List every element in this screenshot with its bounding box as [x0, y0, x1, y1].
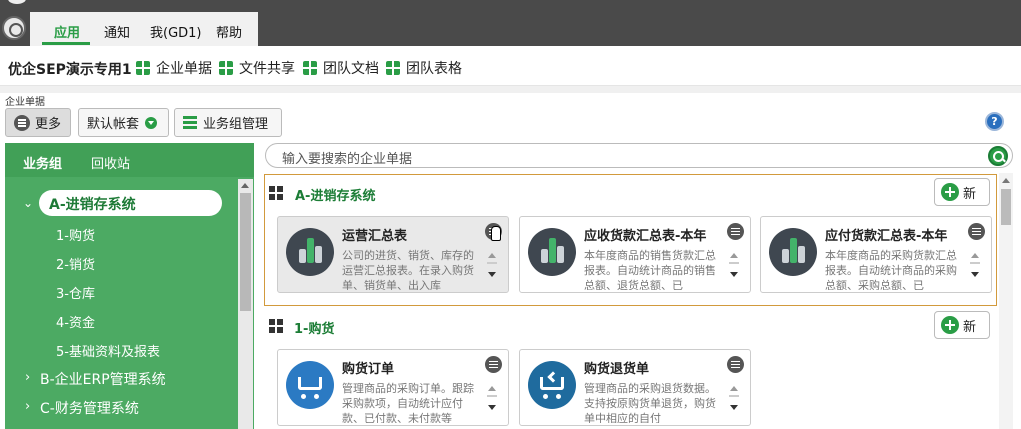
card-purchase-return[interactable]: 购货退货单 管理商品的采购退货数据。支持按原购货单退货，购货单中相应的自付	[519, 349, 751, 426]
scroll-up-icon[interactable]	[730, 386, 738, 391]
search-input[interactable]: 输入要搜索的企业单据	[265, 143, 1013, 168]
app-topbar: 应用 通知 我(GD1) 帮助	[0, 0, 1021, 46]
new-button[interactable]: 新	[934, 178, 990, 206]
card-menu-icon[interactable]	[727, 356, 744, 373]
sidebar-item-warehouse[interactable]: 3-仓库	[56, 283, 95, 302]
scroll-up-icon[interactable]	[488, 386, 496, 391]
scroll-thumb[interactable]	[240, 193, 251, 311]
grid-icon	[303, 61, 317, 75]
plus-icon	[941, 316, 959, 334]
card-menu-icon[interactable]	[968, 223, 985, 240]
card-title: 应收货款汇总表-本年	[584, 229, 707, 244]
chevron-down-icon	[145, 116, 158, 129]
card-description: 管理商品的采购退货数据。支持按原购货单退货，购货单中相应的自付	[584, 382, 716, 423]
quick-enterprise-docs[interactable]: 企业单据	[136, 59, 212, 77]
card-description: 公司的进货、销货、库存的运营汇总报表。在录入购货单、销货单、出入库	[342, 249, 474, 290]
tab-recycle-bin[interactable]: 回收站	[91, 153, 130, 172]
card-title: 应付货款汇总表-本年	[825, 229, 948, 244]
sidebar-item-purchase[interactable]: 1-购货	[56, 225, 95, 244]
grid-icon	[269, 186, 283, 200]
more-button[interactable]: 更多	[5, 108, 71, 137]
cart-icon	[286, 361, 334, 409]
card-title: 运营汇总表	[342, 229, 408, 244]
scroll-down-icon[interactable]	[971, 272, 979, 277]
chart-icon	[528, 228, 576, 276]
sidebar-scrollbar[interactable]	[238, 179, 253, 429]
card-receivable-summary[interactable]: 应收货款汇总表-本年 本年度商品的销售货款汇总报表。自动统计商品的销售总额、退货…	[519, 216, 751, 293]
search-icon[interactable]	[988, 146, 1008, 166]
menu-icon	[14, 114, 30, 131]
section-title: A-进销存系统	[295, 189, 376, 204]
tab-business-group[interactable]: 业务组	[23, 153, 62, 172]
group-manage-button[interactable]: 业务组管理	[174, 108, 282, 137]
menu-help[interactable]: 帮助	[216, 22, 242, 41]
chart-icon	[769, 228, 817, 276]
card-title: 购货订单	[342, 362, 395, 377]
sidebar-item-finance[interactable]: C-财务管理系统	[40, 398, 139, 418]
scroll-up-icon[interactable]	[488, 253, 496, 258]
new-button[interactable]: 新	[934, 311, 990, 339]
grid-icon	[386, 61, 400, 75]
menu-notifications[interactable]: 通知	[104, 22, 130, 41]
card-menu-icon[interactable]	[485, 356, 502, 373]
active-menu-indicator	[42, 42, 90, 45]
account-select[interactable]: 默认帐套	[78, 108, 169, 137]
scroll-up-icon[interactable]	[971, 253, 979, 258]
return-cart-icon	[528, 361, 576, 409]
collapse-icon[interactable]: ⌄	[23, 196, 33, 210]
plus-icon	[941, 183, 959, 201]
sidebar-item-erp[interactable]: B-企业ERP管理系统	[40, 369, 166, 389]
scroll-down-icon[interactable]	[730, 405, 738, 410]
menu-me[interactable]: 我(GD1)	[150, 22, 202, 41]
card-title: 购货退货单	[584, 362, 650, 377]
help-icon[interactable]: ?	[985, 112, 1004, 131]
expand-icon[interactable]: ›	[25, 370, 30, 385]
chart-icon	[286, 228, 334, 276]
grid-icon	[219, 61, 233, 75]
mouse-cursor-icon	[491, 226, 501, 241]
scroll-up-icon[interactable]	[1002, 178, 1010, 183]
quick-file-share[interactable]: 文件共享	[219, 59, 295, 77]
card-description: 本年度商品的采购货款汇总报表。自动统计商品的采购总额、采购总额、已	[825, 249, 957, 290]
grid-icon	[136, 61, 150, 75]
breadcrumb: 企业单据	[5, 97, 45, 108]
scroll-down-icon[interactable]	[488, 272, 496, 277]
grid-icon	[269, 319, 283, 333]
sidebar: 业务组 回收站 ⌄ A-进销存系统 1-购货 2-销货 3-仓库 4-资金 5-…	[5, 143, 254, 429]
card-description: 管理商品的采购订单。跟踪采购款项，自动统计应付款、已付款、未付款等	[342, 382, 474, 423]
card-purchase-order[interactable]: 购货订单 管理商品的采购订单。跟踪采购款项，自动统计应付款、已付款、未付款等	[277, 349, 509, 426]
quick-team-sheets[interactable]: 团队表格	[386, 59, 462, 77]
section-title: 1-购货	[294, 322, 335, 337]
quick-team-docs[interactable]: 团队文档	[303, 59, 379, 77]
list-icon	[183, 115, 197, 130]
card-payable-summary[interactable]: 应付货款汇总表-本年 本年度商品的采购货款汇总报表。自动统计商品的采购总额、采购…	[760, 216, 992, 293]
scroll-up-icon[interactable]	[241, 183, 249, 188]
sidebar-item-label: A-进销存系统	[49, 197, 136, 213]
scroll-down-icon[interactable]	[488, 405, 496, 410]
divider	[0, 86, 1021, 93]
scroll-up-icon[interactable]	[730, 253, 738, 258]
card-operation-summary[interactable]: 运营汇总表 公司的进货、销货、库存的运营汇总报表。在录入购货单、销货单、出入库	[277, 216, 509, 293]
sidebar-item-sales[interactable]: 2-销货	[56, 254, 95, 273]
app-logo-icon	[2, 16, 26, 40]
sidebar-item-reports[interactable]: 5-基础资料及报表	[56, 341, 160, 360]
scroll-thumb[interactable]	[1001, 189, 1011, 225]
scroll-down-icon[interactable]	[730, 272, 738, 277]
workspace-title: 优企SEP演示专用1	[8, 62, 132, 78]
sidebar-item-funds[interactable]: 4-资金	[56, 312, 95, 331]
card-menu-icon[interactable]	[727, 223, 744, 240]
content-scrollbar[interactable]	[999, 173, 1013, 429]
expand-icon[interactable]: ›	[25, 399, 30, 414]
card-description: 本年度商品的销售货款汇总报表。自动统计商品的销售总额、退货总额、已	[584, 249, 716, 290]
menu-app[interactable]: 应用	[54, 22, 80, 41]
